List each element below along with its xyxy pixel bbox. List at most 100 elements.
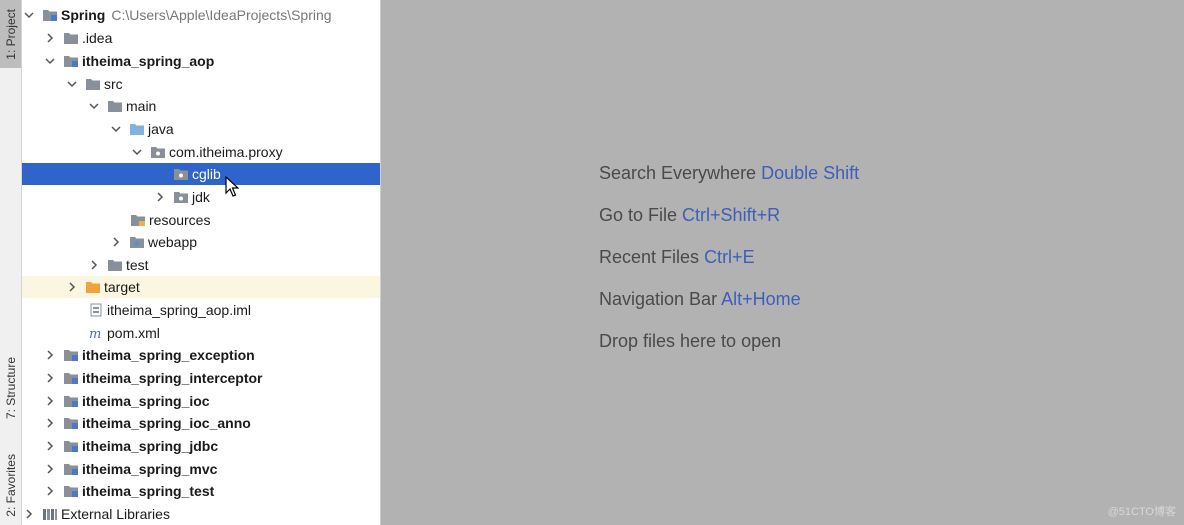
chevron-down-icon[interactable] bbox=[65, 77, 79, 91]
tab-project[interactable]: 1: Project bbox=[0, 0, 21, 68]
tree-row-test[interactable]: test bbox=[22, 254, 380, 276]
module-folder-icon bbox=[63, 439, 79, 453]
tree-item-label: webapp bbox=[148, 234, 198, 250]
module-folder-icon bbox=[63, 371, 79, 385]
chevron-right-icon[interactable] bbox=[43, 394, 57, 408]
package-icon bbox=[173, 190, 189, 204]
folder-icon bbox=[107, 99, 123, 113]
hint-shortcut: Alt+Home bbox=[721, 289, 801, 309]
chevron-down-icon[interactable] bbox=[22, 8, 36, 22]
tree-row-mvc[interactable]: itheima_spring_mvc bbox=[22, 458, 380, 480]
hint-text: Navigation Bar bbox=[599, 289, 718, 309]
tree-row-src[interactable]: src bbox=[22, 73, 380, 95]
hint-shortcut: Double Shift bbox=[761, 163, 860, 183]
module-folder-icon bbox=[63, 416, 79, 430]
chevron-right-icon[interactable] bbox=[109, 235, 123, 249]
chevron-right-icon[interactable] bbox=[43, 31, 57, 45]
tree-row-cglib[interactable]: cglib bbox=[22, 163, 380, 185]
tree-row-exception[interactable]: itheima_spring_exception bbox=[22, 344, 380, 366]
libraries-icon bbox=[42, 507, 58, 521]
chevron-right-icon[interactable] bbox=[43, 484, 57, 498]
module-folder-icon bbox=[63, 394, 79, 408]
chevron-right-icon[interactable] bbox=[43, 371, 57, 385]
tree-item-label: target bbox=[104, 279, 140, 295]
tree-item-label: itheima_spring_test bbox=[82, 483, 215, 499]
package-icon bbox=[173, 167, 189, 181]
tree-item-label: itheima_spring_ioc_anno bbox=[82, 415, 251, 431]
tree-item-label: jdk bbox=[192, 189, 210, 205]
tree-row-java[interactable]: java bbox=[22, 118, 380, 140]
hint-recent-files: Recent Files Ctrl+E bbox=[599, 247, 755, 268]
hint-search-everywhere: Search Everywhere Double Shift bbox=[599, 163, 859, 184]
web-folder-icon bbox=[129, 235, 145, 249]
tree-row-interceptor[interactable]: itheima_spring_interceptor bbox=[22, 367, 380, 389]
tree-row-webapp[interactable]: webapp bbox=[22, 231, 380, 253]
hint-shortcut: Ctrl+E bbox=[704, 247, 755, 267]
tree-item-label: itheima_spring_aop bbox=[82, 53, 215, 69]
excluded-folder-icon bbox=[85, 280, 101, 294]
tree-row-resources[interactable]: resources bbox=[22, 209, 380, 231]
tree-row-aop-module[interactable]: itheima_spring_aop bbox=[22, 50, 380, 72]
tree-item-label: main bbox=[126, 98, 157, 114]
folder-icon bbox=[63, 31, 79, 45]
chevron-right-icon[interactable] bbox=[43, 348, 57, 362]
chevron-right-icon[interactable] bbox=[43, 462, 57, 476]
module-folder-icon bbox=[63, 484, 79, 498]
module-folder-icon bbox=[63, 54, 79, 68]
hint-text: Drop files here to open bbox=[599, 331, 782, 351]
tree-item-label: External Libraries bbox=[61, 506, 170, 522]
tool-window-strip: 1: Project 7: Structure 2: Favorites bbox=[0, 0, 22, 525]
mouse-cursor-icon bbox=[225, 176, 239, 197]
project-tree[interactable]: Spring C:\Users\Apple\IdeaProjects\Sprin… bbox=[22, 0, 381, 525]
tree-root-label: Spring bbox=[61, 7, 106, 23]
module-folder-icon bbox=[63, 462, 79, 476]
tab-favorites[interactable]: 2: Favorites bbox=[0, 445, 21, 525]
tree-row-spring-test[interactable]: itheima_spring_test bbox=[22, 480, 380, 502]
tree-item-label: itheima_spring_mvc bbox=[82, 461, 218, 477]
package-icon bbox=[150, 145, 166, 159]
chevron-right-icon[interactable] bbox=[153, 190, 167, 204]
tree-item-label: resources bbox=[149, 212, 211, 228]
tree-row-package-proxy[interactable]: com.itheima.proxy bbox=[22, 141, 380, 163]
tree-row-iml[interactable]: itheima_spring_aop.iml bbox=[22, 299, 380, 321]
tree-row-idea[interactable]: .idea bbox=[22, 27, 380, 49]
tree-item-label: itheima_spring_jdbc bbox=[82, 438, 219, 454]
tree-row-jdbc[interactable]: itheima_spring_jdbc bbox=[22, 435, 380, 457]
tree-item-label: .idea bbox=[82, 30, 113, 46]
chevron-down-icon[interactable] bbox=[130, 145, 144, 159]
chevron-right-icon[interactable] bbox=[87, 258, 101, 272]
iml-file-icon bbox=[88, 303, 104, 317]
tree-row-jdk[interactable]: jdk bbox=[22, 186, 380, 208]
tree-root-path: C:\Users\Apple\IdeaProjects\Spring bbox=[111, 7, 332, 23]
tree-item-label: pom.xml bbox=[107, 325, 160, 341]
tree-item-label: src bbox=[104, 76, 123, 92]
chevron-right-icon[interactable] bbox=[22, 507, 36, 521]
tree-row-external-libraries[interactable]: External Libraries bbox=[22, 503, 380, 525]
tree-row-main[interactable]: main bbox=[22, 95, 380, 117]
chevron-down-icon[interactable] bbox=[43, 54, 57, 68]
tree-row-root[interactable]: Spring C:\Users\Apple\IdeaProjects\Sprin… bbox=[22, 4, 380, 26]
tab-project-label: 1: Project bbox=[3, 8, 18, 60]
hint-navigation-bar: Navigation Bar Alt+Home bbox=[599, 289, 801, 310]
hint-text: Go to File bbox=[599, 205, 678, 225]
tree-row-pom[interactable]: pom.xml bbox=[22, 322, 380, 344]
hint-text: Search Everywhere bbox=[599, 163, 757, 183]
tab-structure[interactable]: 7: Structure bbox=[0, 338, 21, 438]
chevron-right-icon[interactable] bbox=[43, 439, 57, 453]
tree-row-target[interactable]: target bbox=[22, 276, 380, 298]
hint-text: Recent Files bbox=[599, 247, 700, 267]
tree-row-ioc[interactable]: itheima_spring_ioc bbox=[22, 390, 380, 412]
tree-item-label: java bbox=[148, 121, 174, 137]
resources-folder-icon bbox=[130, 213, 146, 227]
chevron-right-icon[interactable] bbox=[43, 416, 57, 430]
folder-icon bbox=[85, 77, 101, 91]
chevron-right-icon[interactable] bbox=[65, 280, 79, 294]
maven-icon bbox=[88, 326, 104, 340]
tab-favorites-label: 2: Favorites bbox=[3, 453, 18, 517]
tree-row-ioc-anno[interactable]: itheima_spring_ioc_anno bbox=[22, 412, 380, 434]
editor-empty-area[interactable]: Search Everywhere Double Shift Go to Fil… bbox=[381, 0, 1184, 525]
folder-icon bbox=[107, 258, 123, 272]
chevron-down-icon[interactable] bbox=[87, 99, 101, 113]
watermark: @51CTO博客 bbox=[1107, 506, 1176, 518]
chevron-down-icon[interactable] bbox=[109, 122, 123, 136]
